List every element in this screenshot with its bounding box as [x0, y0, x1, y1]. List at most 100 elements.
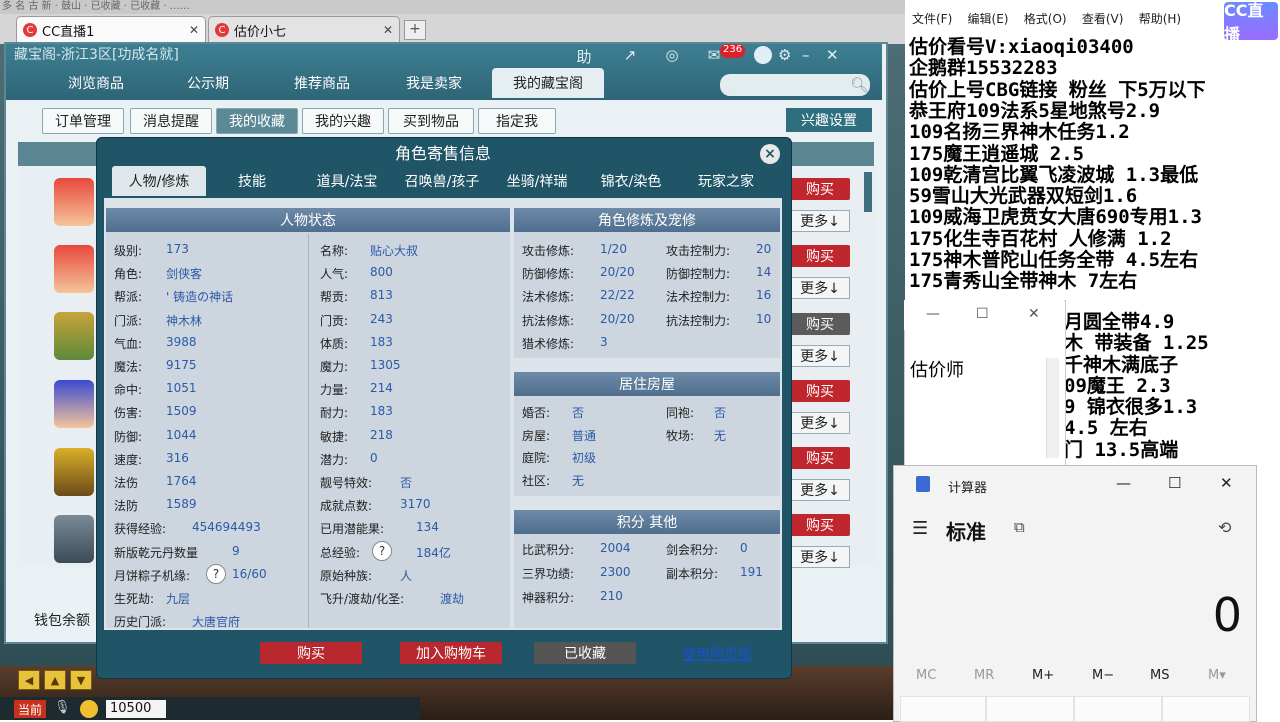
memory-add-button[interactable]: M+	[1032, 668, 1054, 683]
menu-file[interactable]: 文件(F)	[912, 12, 952, 26]
calc-key[interactable]	[986, 696, 1074, 722]
subtab-assigned[interactable]: 指定我	[478, 108, 556, 134]
close-icon[interactable]: ✕	[1220, 474, 1233, 492]
item-thumbnail[interactable]	[54, 448, 94, 496]
more-button[interactable]: 更多↓	[790, 210, 850, 232]
interest-settings-button[interactable]: 兴趣设置	[786, 108, 872, 132]
close-icon[interactable]: ✕	[1028, 306, 1040, 322]
menu-view[interactable]: 查看(V)	[1082, 12, 1124, 26]
memory-store-button[interactable]: MS	[1150, 668, 1169, 683]
minimize-icon[interactable]: –	[802, 46, 820, 64]
memory-subtract-button[interactable]: M−	[1092, 668, 1114, 683]
item-thumbnail[interactable]	[54, 178, 94, 226]
close-icon[interactable]: ✕	[826, 46, 844, 64]
buy-button[interactable]: 购买	[790, 380, 850, 402]
stat-value: 0	[370, 450, 378, 465]
record-icon[interactable]: ◎	[662, 46, 682, 66]
item-thumbnail[interactable]	[54, 515, 94, 563]
maximize-icon[interactable]: ☐	[1168, 474, 1181, 492]
memory-list-button[interactable]: M▾	[1208, 668, 1226, 683]
share-icon[interactable]: ↗	[620, 46, 640, 66]
browser-tab-estimator[interactable]: C 估价小七 ✕	[208, 16, 400, 43]
buy-button[interactable]: 购买	[790, 245, 850, 267]
subtab-orders[interactable]: 订单管理	[42, 108, 124, 134]
question-mark-icon[interactable]: ?	[372, 540, 392, 561]
emoji-icon[interactable]	[80, 700, 98, 718]
dialog-tab-character[interactable]: 人物/修炼	[112, 166, 206, 196]
favorited-button[interactable]: 已收藏	[534, 642, 636, 664]
avatar-icon[interactable]	[754, 46, 772, 64]
more-button[interactable]: 更多↓	[790, 546, 850, 568]
calc-key[interactable]	[900, 696, 986, 722]
item-thumbnail[interactable]	[54, 245, 94, 293]
question-mark-icon[interactable]: ?	[206, 563, 226, 584]
menu-help[interactable]: 帮助(H)	[1139, 12, 1181, 26]
item-thumbnail[interactable]	[54, 312, 94, 360]
dialog-tab-home[interactable]: 玩家之家	[680, 166, 772, 196]
tab-recommend[interactable]: 推荐商品	[280, 68, 364, 98]
stat-value: 214	[370, 381, 393, 396]
menu-edit[interactable]: 编辑(E)	[968, 12, 1009, 26]
stat-value: 人	[400, 568, 413, 583]
buy-button[interactable]: 购买	[790, 447, 850, 469]
tab-public[interactable]: 公示期	[168, 68, 248, 98]
stat-label: 气血:	[114, 336, 143, 351]
dialog-tab-costume[interactable]: 锦衣/染色	[586, 166, 676, 196]
minimize-icon[interactable]: —	[1116, 474, 1131, 492]
tab-my-treasure[interactable]: 我的藏宝阁	[492, 68, 604, 98]
scrollbar[interactable]	[1046, 358, 1059, 458]
arrow-down-icon[interactable]: ▼	[70, 670, 92, 690]
more-button[interactable]: 更多↓	[790, 345, 850, 367]
minimize-icon[interactable]: —	[926, 306, 940, 322]
close-tab-icon[interactable]: ✕	[189, 23, 199, 37]
add-to-cart-button[interactable]: 加入购物车	[400, 642, 502, 664]
buy-button[interactable]: 购买	[790, 178, 850, 200]
new-tab-button[interactable]: +	[404, 20, 426, 40]
chat-input[interactable]: 10500	[106, 700, 166, 718]
browser-tab-cc[interactable]: C CC直播1 ✕	[16, 16, 206, 43]
more-button[interactable]: 更多↓	[790, 412, 850, 434]
hamburger-menu-icon[interactable]: ☰	[912, 518, 928, 539]
arrow-up-icon[interactable]: ▲	[44, 670, 66, 690]
more-button[interactable]: 更多↓	[790, 277, 850, 299]
subtab-interests[interactable]: 我的兴趣	[302, 108, 384, 134]
buy-button[interactable]: 购买	[260, 642, 362, 664]
memory-clear-button[interactable]: MC	[916, 668, 936, 683]
buy-button[interactable]: 购买	[790, 514, 850, 536]
tab-seller[interactable]: 我是卖家	[392, 68, 476, 98]
gear-icon[interactable]: ⚙	[778, 46, 796, 64]
stat-label: 敏捷:	[320, 429, 349, 444]
maximize-icon[interactable]: ☐	[976, 306, 989, 322]
calc-key[interactable]	[1074, 696, 1162, 722]
dialog-tab-mounts[interactable]: 坐骑/祥瑞	[494, 166, 580, 196]
help-icon[interactable]: 助	[574, 46, 594, 66]
tab-browse[interactable]: 浏览商品	[52, 68, 140, 98]
memory-recall-button[interactable]: MR	[974, 668, 994, 683]
search-input[interactable]	[720, 74, 870, 96]
stat-value: 183	[370, 404, 393, 419]
close-tab-icon[interactable]: ✕	[383, 23, 393, 37]
subtab-favorites[interactable]: 我的收藏	[216, 108, 298, 134]
close-icon[interactable]: ×	[760, 144, 780, 164]
history-icon[interactable]: ⟲	[1218, 518, 1231, 537]
keep-on-top-icon[interactable]: ⧉	[1014, 518, 1025, 536]
dialog-tab-skills[interactable]: 技能	[212, 166, 292, 196]
dialog-tab-items[interactable]: 道具/法宝	[300, 166, 394, 196]
scrollbar[interactable]	[864, 172, 872, 212]
dialog-tab-pets[interactable]: 召唤兽/孩子	[396, 166, 488, 196]
menu-format[interactable]: 格式(O)	[1024, 12, 1067, 26]
arrow-left-icon[interactable]: ◀	[18, 670, 40, 690]
subtab-bought[interactable]: 买到物品	[388, 108, 474, 134]
subtab-messages[interactable]: 消息提醒	[130, 108, 212, 134]
stat-value: 454694493	[192, 520, 261, 535]
chat-channel-button[interactable]: 当前	[14, 700, 46, 718]
search-icon[interactable]: 🔍︎	[850, 76, 869, 94]
stat-value: 9	[232, 543, 240, 558]
item-thumbnail[interactable]	[54, 380, 94, 428]
stat-label: 命中:	[114, 383, 143, 398]
web-version-link[interactable]: 使用网页版	[682, 644, 752, 664]
buy-button-disabled[interactable]: 购买	[790, 313, 850, 335]
more-button[interactable]: 更多↓	[790, 479, 850, 501]
calc-key[interactable]	[1162, 696, 1250, 722]
microphone-icon[interactable]: 🎙︎	[54, 700, 71, 718]
